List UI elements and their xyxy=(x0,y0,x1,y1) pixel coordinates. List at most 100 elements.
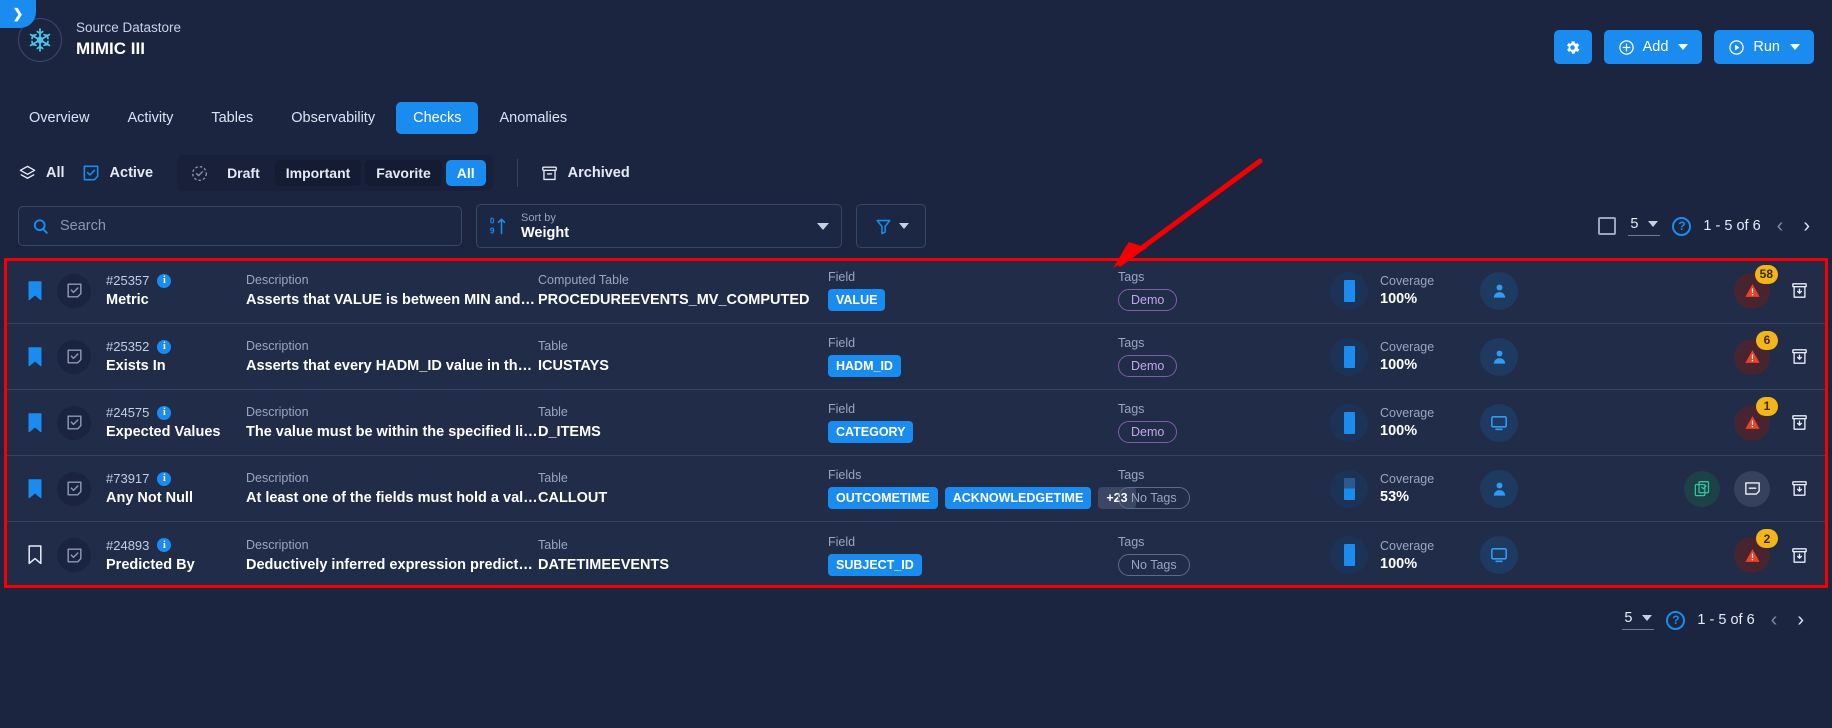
field-chip[interactable]: VALUE xyxy=(828,289,886,311)
description-value: Asserts that VALUE is between MIN and MA… xyxy=(246,292,538,308)
field-chip[interactable]: CATEGORY xyxy=(828,421,914,443)
sort-by-label: Sort by xyxy=(521,211,556,224)
tag-pill[interactable]: Demo xyxy=(1118,289,1178,311)
filter-important[interactable]: Important xyxy=(274,160,362,186)
search-box[interactable] xyxy=(18,206,462,246)
filter-status-all[interactable]: All xyxy=(445,160,486,186)
check-type: Metric xyxy=(106,292,149,308)
tag-pill[interactable]: Demo xyxy=(1118,355,1178,377)
warning-triangle-icon xyxy=(1744,548,1760,562)
info-icon[interactable]: i xyxy=(157,339,172,354)
bookmark-toggle[interactable] xyxy=(18,280,52,301)
help-icon[interactable]: ? xyxy=(1672,216,1692,236)
check-id: #24893 xyxy=(106,537,150,553)
table-value: PROCEDUREEVENTS_MV_COMPUTED xyxy=(538,292,810,308)
add-button[interactable]: Add xyxy=(1603,30,1703,64)
info-icon[interactable]: i xyxy=(157,273,172,288)
field-chip[interactable]: SUBJECT_ID xyxy=(828,553,922,576)
tags-label: Tags xyxy=(1118,270,1145,284)
table-cell: Table DATETIMEEVENTS xyxy=(538,538,828,573)
table-row[interactable]: #73917 i Any Not Null Description At lea… xyxy=(4,456,1828,522)
filter-favorite[interactable]: Favorite xyxy=(365,160,442,186)
filter-archived[interactable]: Archived xyxy=(540,164,646,183)
page-size-select-bottom[interactable]: 5 xyxy=(1622,610,1655,630)
alert-indicator[interactable]: 1 xyxy=(1734,396,1778,441)
run-button[interactable]: Run xyxy=(1714,30,1814,64)
info-icon[interactable]: i xyxy=(157,538,172,552)
next-page-top[interactable]: › xyxy=(1799,216,1814,236)
help-icon[interactable]: ? xyxy=(1666,610,1686,630)
archive-button[interactable] xyxy=(1784,347,1814,366)
tab-activity[interactable]: Activity xyxy=(110,102,190,134)
bookmark-toggle[interactable] xyxy=(18,545,52,565)
next-page-bottom[interactable]: › xyxy=(1793,610,1808,630)
prev-page-bottom[interactable]: ‹ xyxy=(1767,610,1782,630)
field-cell: Field VALUE xyxy=(828,270,1118,311)
coverage-gauge xyxy=(1330,271,1368,310)
tab-checks[interactable]: Checks xyxy=(396,102,479,134)
archive-button[interactable] xyxy=(1784,281,1814,300)
alert-indicator[interactable]: 6 xyxy=(1734,330,1778,375)
filter-button[interactable] xyxy=(856,204,926,248)
alert-indicator[interactable]: 2 xyxy=(1734,529,1778,573)
field-chip[interactable]: ACKNOWLEDGETIME xyxy=(944,487,1092,509)
bookmark-toggle[interactable] xyxy=(18,412,52,433)
settings-button[interactable] xyxy=(1553,30,1592,64)
clipboard-check-icon xyxy=(1694,481,1709,497)
divider xyxy=(516,159,518,187)
table-row[interactable]: #25357 i Metric Description Asserts that… xyxy=(4,258,1828,324)
layers-icon xyxy=(19,165,36,179)
add-button-label: Add xyxy=(1642,39,1669,55)
coverage-bar xyxy=(1343,411,1355,434)
page-size-select-top[interactable]: 5 xyxy=(1628,216,1661,236)
owner-cell xyxy=(1480,536,1558,574)
prev-page-top[interactable]: ‹ xyxy=(1773,216,1788,236)
description-label: Description xyxy=(246,339,309,353)
archive-button[interactable] xyxy=(1784,546,1814,565)
table-row[interactable]: #24893 i Predicted By Description Deduct… xyxy=(4,522,1828,588)
field-chip[interactable]: OUTCOMETIME xyxy=(828,487,938,509)
alert-indicator[interactable]: 58 xyxy=(1734,264,1778,309)
svg-text:0: 0 xyxy=(490,216,495,226)
sort-by-select[interactable]: 0 9 Sort by Weight xyxy=(476,204,842,248)
archive-button[interactable] xyxy=(1784,413,1814,432)
check-type: Any Not Null xyxy=(106,490,193,506)
coverage-label: Coverage xyxy=(1380,340,1435,354)
owner-avatar xyxy=(1480,337,1518,376)
bookmark-toggle[interactable] xyxy=(18,346,52,367)
info-icon[interactable]: i xyxy=(157,471,172,486)
search-input[interactable] xyxy=(60,218,449,234)
tab-anomalies[interactable]: Anomalies xyxy=(482,102,584,134)
tag-pill: No Tags xyxy=(1118,553,1190,576)
tab-observability[interactable]: Observability xyxy=(274,102,392,134)
alert-count-badge: 2 xyxy=(1756,529,1778,548)
info-icon[interactable]: i xyxy=(157,405,172,420)
filter-active[interactable]: Active xyxy=(81,163,170,183)
comment-button[interactable] xyxy=(1734,470,1770,507)
table-row[interactable]: #25352 i Exists In Description Asserts t… xyxy=(4,324,1828,390)
tag-pill[interactable]: Demo xyxy=(1118,421,1178,443)
tab-tables[interactable]: Tables xyxy=(194,102,270,134)
check-square-icon xyxy=(66,481,82,496)
table-row[interactable]: #24575 i Expected Values Description The… xyxy=(4,390,1828,456)
coverage-value: 53% xyxy=(1380,489,1410,505)
funnel-icon xyxy=(875,219,891,234)
archive-download-icon xyxy=(1791,547,1807,563)
description-value: The value must be within the specified l… xyxy=(246,424,538,440)
dashed-check-icon xyxy=(192,165,208,181)
bookmark-toggle[interactable] xyxy=(18,478,52,499)
filter-draft[interactable]: Draft xyxy=(216,160,271,186)
sidebar-collapse-toggle[interactable]: ❯ xyxy=(0,0,36,28)
check-square-icon xyxy=(83,165,98,181)
clipboard-check-button[interactable] xyxy=(1684,470,1720,507)
tab-overview[interactable]: Overview xyxy=(12,102,106,134)
filter-all[interactable]: All xyxy=(18,164,81,183)
chevron-down-icon xyxy=(898,223,909,229)
select-all-checkbox[interactable] xyxy=(1598,217,1617,235)
check-type-icon xyxy=(52,339,96,374)
archive-button[interactable] xyxy=(1784,479,1814,498)
sort-by-value: Weight xyxy=(521,224,570,241)
owner-avatar xyxy=(1480,536,1518,574)
field-chip[interactable]: HADM_ID xyxy=(828,355,901,377)
row-actions: 1 xyxy=(1558,396,1820,441)
